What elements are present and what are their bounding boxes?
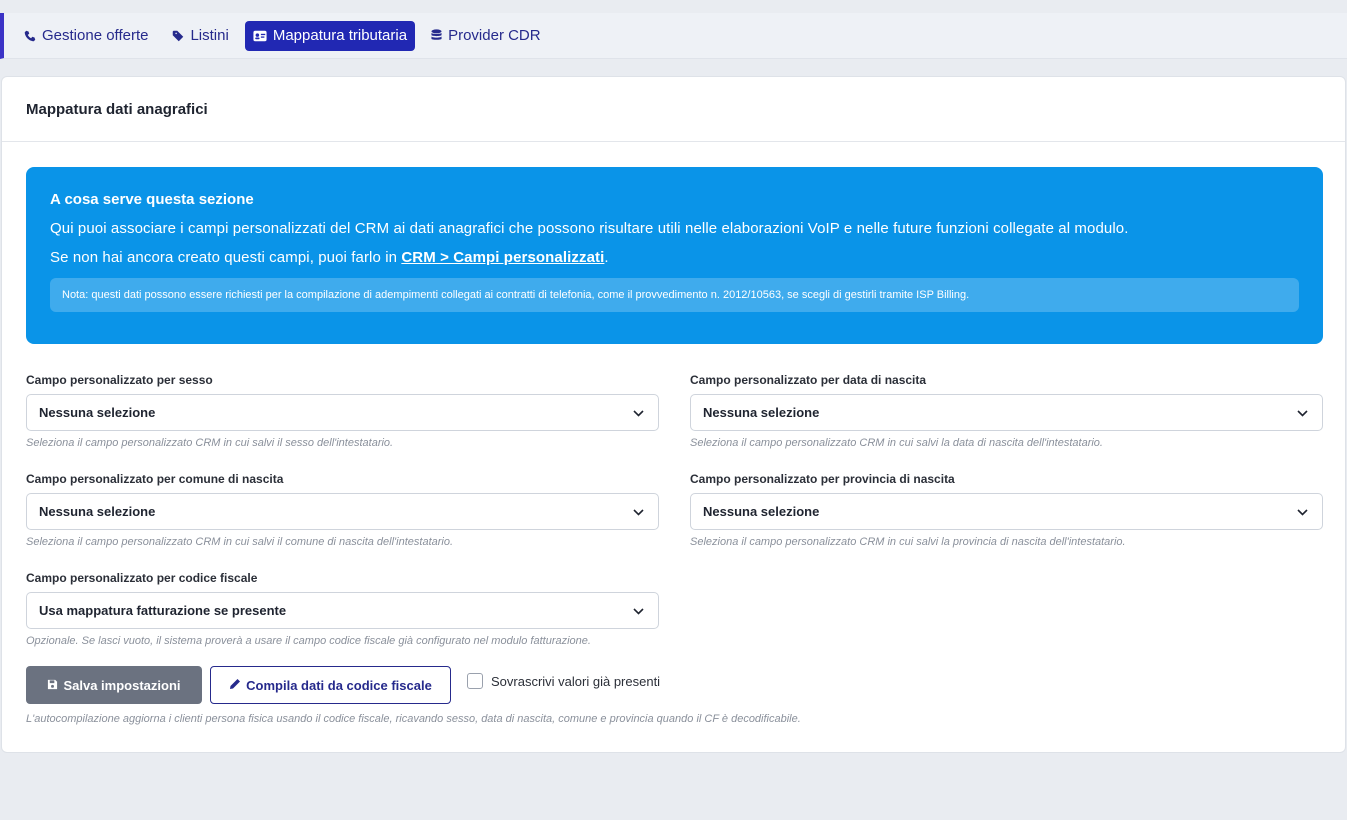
tab-label: Listini: [190, 27, 229, 44]
select-value: Nessuna selezione: [703, 504, 820, 519]
field-comune-nascita: Campo personalizzato per comune di nasci…: [26, 472, 659, 548]
crm-custom-fields-link[interactable]: CRM > Campi personalizzati: [401, 249, 604, 266]
database-icon: [431, 29, 442, 42]
field-help: Seleziona il campo personalizzato CRM in…: [690, 536, 1126, 548]
tab-label: Provider CDR: [448, 27, 541, 44]
autocompile-help: L'autocompilazione aggiorna i clienti pe…: [26, 713, 801, 725]
tab-mappatura-tributaria[interactable]: Mappatura tributaria: [244, 20, 416, 51]
compile-label: Compila dati da codice fiscale: [246, 677, 432, 693]
codice-fiscale-select[interactable]: Usa mappatura fatturazione se presente: [26, 592, 659, 629]
chevron-down-icon: [633, 603, 644, 618]
chevron-down-icon: [1297, 405, 1308, 420]
select-value: Usa mappatura fatturazione se presente: [39, 603, 287, 618]
field-help: Opzionale. Se lasci vuoto, il sistema pr…: [26, 635, 591, 647]
chevron-down-icon: [633, 504, 644, 519]
select-value: Nessuna selezione: [39, 405, 156, 420]
comune-nascita-select[interactable]: Nessuna selezione: [26, 493, 659, 530]
card-title: Mappatura dati anagrafici: [2, 77, 1345, 142]
tab-label: Gestione offerte: [42, 27, 149, 44]
provincia-nascita-select[interactable]: Nessuna selezione: [690, 493, 1323, 530]
field-label: Campo personalizzato per comune di nasci…: [26, 472, 284, 486]
select-value: Nessuna selezione: [703, 405, 820, 420]
field-label: Campo personalizzato per sesso: [26, 373, 213, 387]
info-note: Nota: questi dati possono essere richies…: [50, 278, 1299, 312]
field-codice-fiscale: Campo personalizzato per codice fiscale …: [26, 571, 659, 647]
field-provincia-nascita: Campo personalizzato per provincia di na…: [690, 472, 1323, 548]
info-line-2: Se non hai ancora creato questi campi, p…: [50, 249, 1299, 266]
top-nav: Gestione offerte Listini Mappatura tribu…: [0, 13, 1347, 59]
field-label: Campo personalizzato per provincia di na…: [690, 472, 955, 486]
id-card-icon: [253, 30, 267, 42]
pencil-icon: [229, 678, 241, 693]
field-sesso: Campo personalizzato per sesso Nessuna s…: [26, 373, 659, 449]
tab-gestione-offerte[interactable]: Gestione offerte: [16, 21, 156, 51]
field-help: Seleziona il campo personalizzato CRM in…: [26, 437, 394, 449]
info-title: A cosa serve questa sezione: [50, 191, 254, 208]
phone-icon: [24, 30, 36, 42]
info-line-2-suffix: .: [604, 249, 609, 266]
sesso-select[interactable]: Nessuna selezione: [26, 394, 659, 431]
info-line-1: Qui puoi associare i campi personalizzat…: [50, 220, 1129, 237]
overwrite-option[interactable]: Sovrascrivi valori già presenti: [467, 673, 660, 689]
overwrite-label: Sovrascrivi valori già presenti: [491, 673, 661, 689]
info-box: A cosa serve questa sezione Qui puoi ass…: [26, 167, 1323, 344]
save-label: Salva impostazioni: [63, 677, 181, 693]
field-label: Campo personalizzato per codice fiscale: [26, 571, 258, 585]
field-label: Campo personalizzato per data di nascita: [690, 373, 927, 387]
tag-icon: [172, 30, 184, 42]
field-help: Seleziona il campo personalizzato CRM in…: [690, 437, 1103, 449]
chevron-down-icon: [633, 405, 644, 420]
field-help: Seleziona il campo personalizzato CRM in…: [26, 536, 454, 548]
data-nascita-select[interactable]: Nessuna selezione: [690, 394, 1323, 431]
overwrite-checkbox[interactable]: [467, 673, 483, 689]
tab-provider-cdr[interactable]: Provider CDR: [423, 21, 549, 51]
floppy-disk-icon: [47, 678, 58, 693]
field-data-nascita: Campo personalizzato per data di nascita…: [690, 373, 1323, 449]
select-value: Nessuna selezione: [39, 504, 156, 519]
mapping-card: Mappatura dati anagrafici A cosa serve q…: [1, 76, 1346, 753]
save-settings-button[interactable]: Salva impostazioni: [26, 666, 202, 704]
tab-label: Mappatura tributaria: [272, 27, 408, 44]
compile-from-cf-button[interactable]: Compila dati da codice fiscale: [210, 666, 451, 704]
tab-listini[interactable]: Listini: [164, 21, 236, 51]
info-line-2-prefix: Se non hai ancora creato questi campi, p…: [50, 249, 402, 266]
chevron-down-icon: [1297, 504, 1308, 519]
